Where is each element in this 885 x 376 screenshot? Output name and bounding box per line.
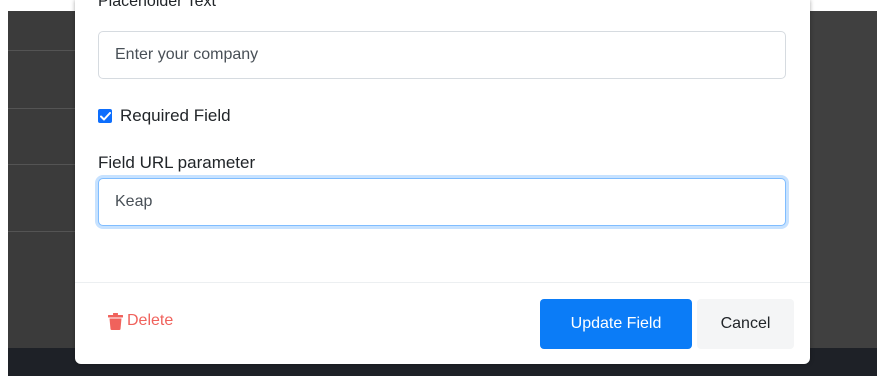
delete-label: Delete	[127, 312, 174, 329]
trash-icon	[108, 312, 123, 330]
delete-button[interactable]: Delete	[108, 312, 173, 330]
edit-field-modal: Placeholder Text Required Field Field UR…	[75, 0, 810, 364]
url-parameter-label: Field URL parameter	[98, 153, 256, 172]
background-divider	[8, 231, 75, 232]
placeholder-text-label: Placeholder Text	[98, 0, 216, 9]
placeholder-text-input[interactable]	[98, 31, 786, 79]
background-divider	[8, 50, 75, 51]
required-field-label: Required Field	[120, 106, 231, 125]
background-divider	[8, 108, 75, 109]
placeholder-text-label-text: Placeholder Text	[98, 0, 216, 9]
background-right-panel	[810, 11, 877, 348]
update-field-button[interactable]: Update Field	[540, 299, 692, 349]
modal-footer-divider	[75, 282, 810, 283]
required-field-checkbox[interactable]	[98, 109, 112, 123]
check-icon	[99, 111, 111, 120]
url-parameter-input[interactable]	[98, 178, 786, 226]
required-field-row[interactable]: Required Field	[98, 106, 231, 126]
background-divider	[8, 164, 75, 165]
cancel-button[interactable]: Cancel	[697, 299, 794, 349]
